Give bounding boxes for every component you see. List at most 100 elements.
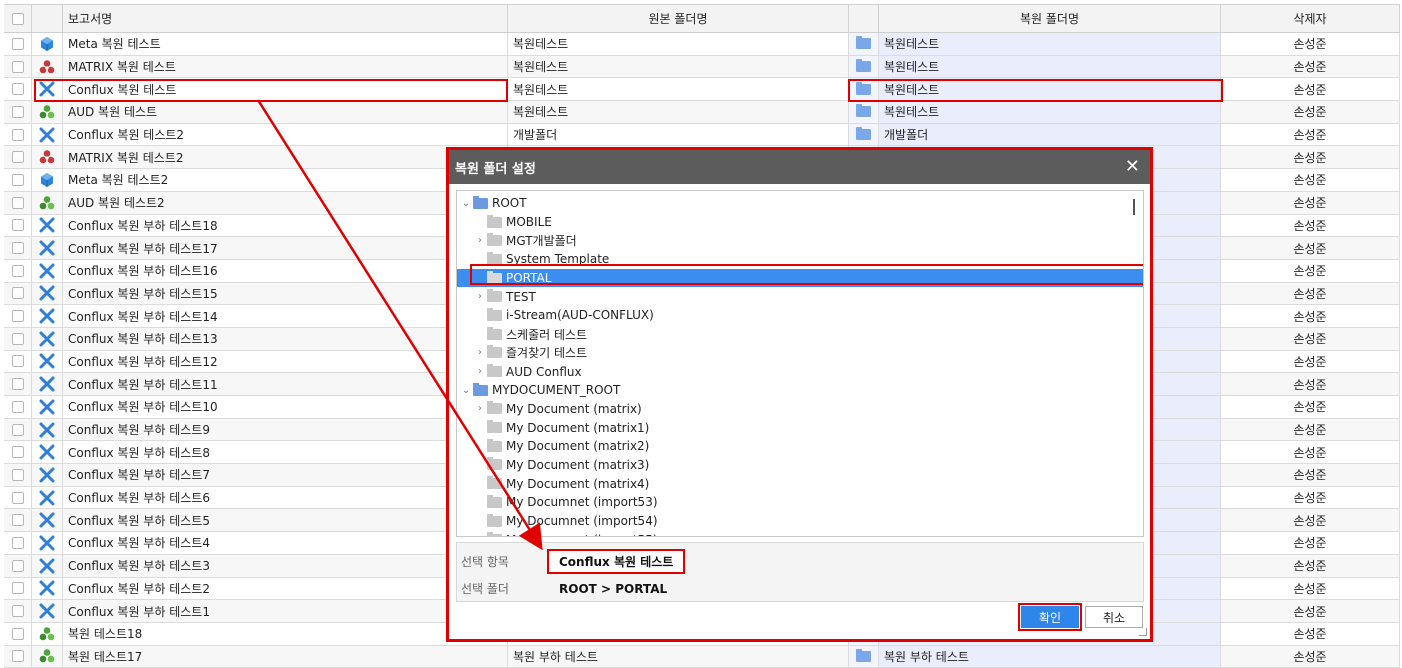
- table-row[interactable]: Conflux 복원 테스트 복원테스트 복원테스트 손성준: [4, 78, 1400, 102]
- report-name-cell[interactable]: Conflux 복원 부하 테스트8: [63, 441, 508, 464]
- row-checkbox[interactable]: [4, 259, 32, 282]
- tree-node[interactable]: My Document (matrix3): [457, 456, 1143, 475]
- report-name-cell[interactable]: Conflux 복원 부하 테스트9: [63, 418, 508, 441]
- tree-node[interactable]: › MGT개발폴더: [457, 231, 1143, 250]
- restore-folder-cell[interactable]: 복원테스트: [879, 55, 1221, 78]
- report-name-cell[interactable]: Conflux 복원 부하 테스트16: [63, 259, 508, 282]
- confirm-button[interactable]: 확인: [1018, 603, 1082, 631]
- row-checkbox[interactable]: [4, 146, 32, 169]
- tree-node[interactable]: My Document (matrix4): [457, 474, 1143, 493]
- tree-node[interactable]: PORTAL: [457, 268, 1143, 288]
- report-name-cell[interactable]: MATRIX 복원 테스트2: [63, 146, 508, 169]
- close-icon[interactable]: ✕: [1125, 158, 1140, 176]
- tree-node[interactable]: My Document (matrix2): [457, 437, 1143, 456]
- report-name-cell[interactable]: Conflux 복원 부하 테스트18: [63, 214, 508, 237]
- row-checkbox[interactable]: [4, 237, 32, 259]
- report-name-cell[interactable]: Conflux 복원 테스트2: [63, 123, 508, 146]
- chevron-right-icon[interactable]: ›: [473, 403, 487, 414]
- restore-folder-cell[interactable]: 복원테스트: [879, 33, 1221, 55]
- tree-node[interactable]: i-Stream(AUD-CONFLUX): [457, 306, 1143, 325]
- tree-node[interactable]: My Documnet (import55): [457, 530, 1143, 536]
- report-name-cell[interactable]: Conflux 복원 부하 테스트7: [63, 464, 508, 486]
- report-name-cell[interactable]: Conflux 복원 부하 테스트4: [63, 532, 508, 554]
- report-name-cell[interactable]: Conflux 복원 부하 테스트3: [63, 554, 508, 577]
- row-checkbox[interactable]: [4, 305, 32, 327]
- report-name-cell[interactable]: Conflux 복원 부하 테스트13: [63, 327, 508, 350]
- row-checkbox[interactable]: [4, 645, 32, 668]
- report-name-cell[interactable]: Conflux 복원 부하 테스트12: [63, 350, 508, 373]
- row-checkbox[interactable]: [4, 33, 32, 55]
- report-name-cell[interactable]: Conflux 복원 부하 테스트15: [63, 282, 508, 305]
- report-name-cell[interactable]: Conflux 복원 부하 테스트14: [63, 305, 508, 327]
- report-name-cell[interactable]: Conflux 복원 부하 테스트2: [63, 577, 508, 600]
- chevron-down-icon[interactable]: ⌄: [459, 198, 473, 209]
- report-name-cell[interactable]: Conflux 복원 테스트: [63, 78, 508, 101]
- tree-node[interactable]: › 즐겨찾기 테스트: [457, 344, 1143, 363]
- tree-node[interactable]: My Documnet (import54): [457, 512, 1143, 531]
- tree-node[interactable]: System Template: [457, 250, 1143, 269]
- report-name-cell[interactable]: Meta 복원 테스트2: [63, 169, 508, 191]
- report-name-cell[interactable]: AUD 복원 테스트: [63, 101, 508, 123]
- row-checkbox[interactable]: [4, 600, 32, 622]
- row-checkbox[interactable]: [4, 486, 32, 509]
- header-deleter[interactable]: 삭제자: [1221, 5, 1400, 32]
- row-checkbox[interactable]: [4, 214, 32, 237]
- report-name-cell[interactable]: Conflux 복원 부하 테스트17: [63, 237, 508, 259]
- row-checkbox[interactable]: [4, 509, 32, 532]
- row-checkbox[interactable]: [4, 327, 32, 350]
- row-checkbox[interactable]: [4, 373, 32, 395]
- row-checkbox[interactable]: [4, 464, 32, 486]
- report-name-cell[interactable]: Conflux 복원 부하 테스트1: [63, 600, 508, 622]
- row-checkbox[interactable]: [4, 350, 32, 373]
- row-checkbox[interactable]: [4, 191, 32, 214]
- table-row[interactable]: Meta 복원 테스트 복원테스트 복원테스트 손성준: [4, 33, 1400, 56]
- tree-node[interactable]: My Document (matrix1): [457, 418, 1143, 437]
- row-checkbox[interactable]: [4, 396, 32, 418]
- tree-node[interactable]: ⌄ MYDOCUMENT_ROOT: [457, 381, 1143, 400]
- chevron-right-icon[interactable]: ›: [473, 347, 487, 358]
- report-name-cell[interactable]: 복원 테스트17: [63, 645, 508, 668]
- tree-scrollbar[interactable]: [1133, 199, 1135, 215]
- report-name-cell[interactable]: Conflux 복원 부하 테스트10: [63, 396, 508, 418]
- row-checkbox[interactable]: [4, 577, 32, 600]
- restore-folder-cell[interactable]: 복원테스트: [879, 78, 1221, 101]
- resize-handle[interactable]: [1139, 628, 1147, 636]
- report-name-cell[interactable]: Conflux 복원 부하 테스트6: [63, 486, 508, 509]
- select-all-checkbox[interactable]: [4, 5, 32, 32]
- row-checkbox[interactable]: [4, 622, 32, 645]
- report-name-cell[interactable]: Conflux 복원 부하 테스트11: [63, 373, 508, 395]
- tree-node[interactable]: MOBILE: [457, 213, 1143, 232]
- cancel-button[interactable]: 취소: [1085, 606, 1143, 628]
- table-row[interactable]: 복원 테스트17 복원 부하 테스트 복원 부하 테스트 손성준: [4, 645, 1400, 668]
- tree-node[interactable]: My Documnet (import53): [457, 493, 1143, 512]
- tree-node[interactable]: ⌄ ROOT: [457, 194, 1143, 213]
- report-name-cell[interactable]: MATRIX 복원 테스트: [63, 55, 508, 78]
- row-checkbox[interactable]: [4, 101, 32, 123]
- row-checkbox[interactable]: [4, 78, 32, 101]
- chevron-right-icon[interactable]: ›: [473, 291, 487, 302]
- chevron-right-icon[interactable]: ›: [473, 235, 487, 246]
- report-name-cell[interactable]: Meta 복원 테스트: [63, 33, 508, 55]
- row-checkbox[interactable]: [4, 532, 32, 554]
- row-checkbox[interactable]: [4, 123, 32, 146]
- table-row[interactable]: Conflux 복원 테스트2 개발폴더 개발폴더 손성준: [4, 123, 1400, 147]
- report-name-cell[interactable]: Conflux 복원 부하 테스트5: [63, 509, 508, 532]
- row-checkbox[interactable]: [4, 169, 32, 191]
- report-name-cell[interactable]: AUD 복원 테스트2: [63, 191, 508, 214]
- restore-folder-cell[interactable]: 개발폴더: [879, 123, 1221, 146]
- row-checkbox[interactable]: [4, 55, 32, 78]
- row-checkbox[interactable]: [4, 554, 32, 577]
- chevron-right-icon[interactable]: ›: [473, 366, 487, 377]
- row-checkbox[interactable]: [4, 418, 32, 441]
- header-restore-folder[interactable]: 복원 폴더명: [879, 5, 1221, 32]
- chevron-down-icon[interactable]: ⌄: [459, 385, 473, 396]
- table-row[interactable]: AUD 복원 테스트 복원테스트 복원테스트 손성준: [4, 101, 1400, 124]
- row-checkbox[interactable]: [4, 282, 32, 305]
- tree-node[interactable]: › AUD Conflux: [457, 362, 1143, 381]
- report-name-cell[interactable]: 복원 테스트18: [63, 622, 508, 645]
- tree-node[interactable]: 스케줄러 테스트: [457, 325, 1143, 344]
- header-original-folder[interactable]: 원본 폴더명: [508, 5, 849, 32]
- row-checkbox[interactable]: [4, 441, 32, 464]
- tree-node[interactable]: › My Document (matrix): [457, 400, 1143, 419]
- folder-tree[interactable]: ⌄ ROOT MOBILE › MGT개발폴더 System Template PORTAL…: [456, 190, 1144, 537]
